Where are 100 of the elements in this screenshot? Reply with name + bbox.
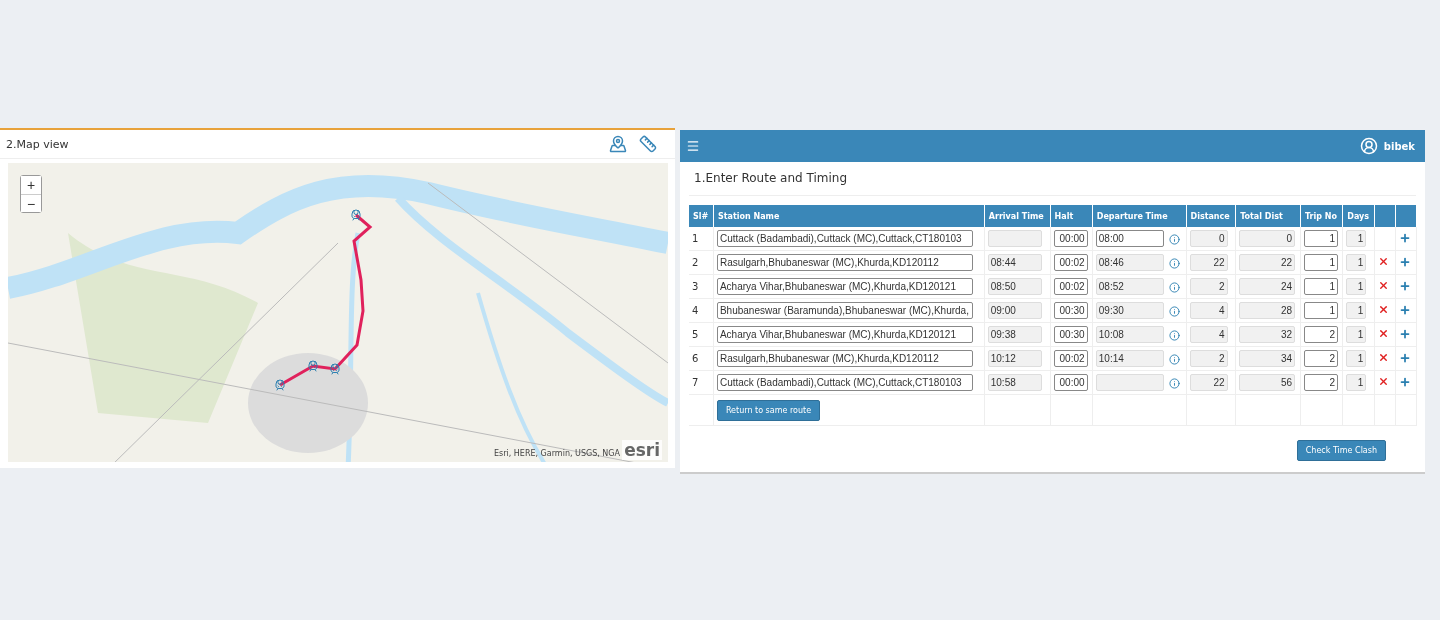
station-name-field[interactable]: Cuttack (Badambadi),Cuttack (MC),Cuttack,CT180103 bbox=[716, 374, 973, 391]
total-distance-field[interactable]: 24 bbox=[1239, 278, 1296, 295]
halt-field[interactable]: 00:30 bbox=[1053, 302, 1088, 319]
remove-row-icon[interactable] bbox=[1378, 256, 1389, 267]
halt-field[interactable]: 00:00 bbox=[1053, 230, 1088, 247]
add-row-icon[interactable] bbox=[1399, 231, 1411, 244]
days-field[interactable]: 1 bbox=[1346, 350, 1367, 367]
info-icon[interactable] bbox=[1168, 281, 1180, 293]
station-marker-icon[interactable] bbox=[274, 379, 286, 391]
days-field[interactable]: 1 bbox=[1346, 254, 1367, 271]
days-field[interactable]: 1 bbox=[1346, 374, 1367, 391]
station-marker-icon[interactable] bbox=[350, 209, 362, 221]
total-distance-field[interactable]: 0 bbox=[1239, 230, 1296, 247]
panel-title: 2.Map view bbox=[6, 137, 70, 151]
halt-field[interactable]: 00:02 bbox=[1053, 278, 1088, 295]
panel-title: 1.Enter Route and Timing bbox=[689, 162, 1416, 196]
distance-field[interactable]: 22 bbox=[1189, 374, 1228, 391]
halt-field[interactable]: 00:02 bbox=[1053, 350, 1088, 367]
info-icon[interactable] bbox=[1168, 305, 1180, 317]
departure-time-field[interactable] bbox=[1095, 374, 1164, 391]
arrival-time-field[interactable]: 09:38 bbox=[987, 326, 1042, 343]
departure-time-field[interactable]: 08:46 bbox=[1095, 254, 1164, 271]
departure-time-field[interactable]: 10:14 bbox=[1095, 350, 1164, 367]
days-field[interactable]: 1 bbox=[1346, 326, 1367, 343]
user-name[interactable]: bibek bbox=[1383, 140, 1415, 152]
total-distance-field[interactable]: 56 bbox=[1239, 374, 1296, 391]
info-icon[interactable] bbox=[1168, 329, 1180, 341]
remove-row-icon[interactable] bbox=[1378, 304, 1389, 315]
distance-field[interactable]: 22 bbox=[1189, 254, 1228, 271]
info-icon[interactable] bbox=[1168, 233, 1180, 245]
column-header: Station Name bbox=[713, 205, 985, 227]
total-distance-field[interactable]: 32 bbox=[1239, 326, 1296, 343]
trip-number-field[interactable]: 2 bbox=[1304, 350, 1339, 367]
arrival-time-field[interactable]: 08:50 bbox=[987, 278, 1042, 295]
check-time-clash-button[interactable]: Check Time Clash bbox=[1296, 440, 1386, 461]
ruler-icon[interactable] bbox=[639, 135, 657, 153]
station-name-field[interactable]: Acharya Vihar,Bhubaneswar (MC),Khurda,KD120121 bbox=[716, 326, 973, 343]
row-number: 7 bbox=[692, 377, 699, 388]
days-field[interactable]: 1 bbox=[1346, 302, 1367, 319]
column-header: Days bbox=[1342, 205, 1375, 227]
remove-row-icon[interactable] bbox=[1378, 280, 1389, 291]
user-avatar-icon[interactable] bbox=[1359, 137, 1378, 155]
column-header: Distance bbox=[1186, 205, 1236, 227]
station-marker-icon[interactable] bbox=[307, 360, 319, 372]
days-field[interactable]: 1 bbox=[1346, 230, 1367, 247]
halt-field[interactable]: 00:02 bbox=[1053, 254, 1088, 271]
trip-number-field[interactable]: 1 bbox=[1304, 254, 1339, 271]
station-name-field[interactable]: Rasulgarh,Bhubaneswar (MC),Khurda,KD120112 bbox=[716, 254, 973, 271]
arrival-time-field[interactable]: 08:44 bbox=[987, 254, 1042, 271]
total-distance-field[interactable]: 28 bbox=[1239, 302, 1296, 319]
halt-field[interactable]: 00:00 bbox=[1053, 374, 1088, 391]
add-row-icon[interactable] bbox=[1399, 303, 1411, 316]
trip-number-field[interactable]: 2 bbox=[1304, 326, 1339, 343]
map-pin-icon[interactable] bbox=[609, 135, 627, 153]
station-marker-icon[interactable] bbox=[329, 363, 341, 375]
info-icon[interactable] bbox=[1168, 257, 1180, 269]
distance-field[interactable]: 2 bbox=[1189, 278, 1228, 295]
row-number: 2 bbox=[692, 257, 699, 268]
arrival-time-field[interactable]: 10:58 bbox=[987, 374, 1042, 391]
departure-time-field[interactable]: 08:00 bbox=[1095, 230, 1164, 247]
arrival-time-field[interactable]: 09:00 bbox=[987, 302, 1042, 319]
distance-field[interactable]: 4 bbox=[1189, 302, 1228, 319]
departure-time-field[interactable]: 08:52 bbox=[1095, 278, 1164, 295]
row-number: 1 bbox=[692, 233, 699, 244]
arrival-time-field[interactable]: 10:12 bbox=[987, 350, 1042, 367]
add-row-icon[interactable] bbox=[1399, 351, 1411, 364]
zoom-out-button[interactable]: − bbox=[21, 194, 41, 212]
halt-field[interactable]: 00:30 bbox=[1053, 326, 1088, 343]
add-row-icon[interactable] bbox=[1399, 327, 1411, 340]
row-number: 6 bbox=[692, 353, 699, 364]
trip-number-field[interactable]: 1 bbox=[1304, 278, 1339, 295]
menu-icon[interactable] bbox=[686, 139, 700, 153]
station-name-field[interactable]: Rasulgarh,Bhubaneswar (MC),Khurda,KD120112 bbox=[716, 350, 973, 367]
total-distance-field[interactable]: 22 bbox=[1239, 254, 1296, 271]
total-distance-field[interactable]: 34 bbox=[1239, 350, 1296, 367]
days-field[interactable]: 1 bbox=[1346, 278, 1367, 295]
departure-time-field[interactable]: 09:30 bbox=[1095, 302, 1164, 319]
row-number: 4 bbox=[692, 305, 699, 316]
arrival-time-field[interactable] bbox=[987, 230, 1042, 247]
remove-row-icon[interactable] bbox=[1378, 328, 1389, 339]
station-name-field[interactable]: Cuttack (Badambadi),Cuttack (MC),Cuttack,CT180103 bbox=[716, 230, 973, 247]
trip-number-field[interactable]: 2 bbox=[1304, 374, 1339, 391]
departure-time-field[interactable]: 10:08 bbox=[1095, 326, 1164, 343]
info-icon[interactable] bbox=[1168, 377, 1180, 389]
add-row-icon[interactable] bbox=[1399, 279, 1411, 292]
column-header: Arrival Time bbox=[984, 205, 1051, 227]
return-route-button[interactable]: Return to same route bbox=[716, 399, 821, 421]
distance-field[interactable]: 0 bbox=[1189, 230, 1228, 247]
column-header: Trip No bbox=[1300, 205, 1343, 227]
trip-number-field[interactable]: 1 bbox=[1304, 230, 1339, 247]
add-row-icon[interactable] bbox=[1399, 375, 1411, 388]
remove-row-icon[interactable] bbox=[1378, 352, 1389, 363]
info-icon[interactable] bbox=[1168, 353, 1180, 365]
distance-field[interactable]: 4 bbox=[1189, 326, 1228, 343]
distance-field[interactable]: 2 bbox=[1189, 350, 1228, 367]
trip-number-field[interactable]: 1 bbox=[1304, 302, 1339, 319]
station-name-field[interactable]: Acharya Vihar,Bhubaneswar (MC),Khurda,KD120121 bbox=[716, 278, 973, 295]
station-name-field[interactable]: Bhubaneswar (Baramunda),Bhubaneswar (MC),Khurda, bbox=[716, 302, 973, 319]
add-row-icon[interactable] bbox=[1399, 255, 1411, 268]
remove-row-icon[interactable] bbox=[1378, 376, 1389, 387]
